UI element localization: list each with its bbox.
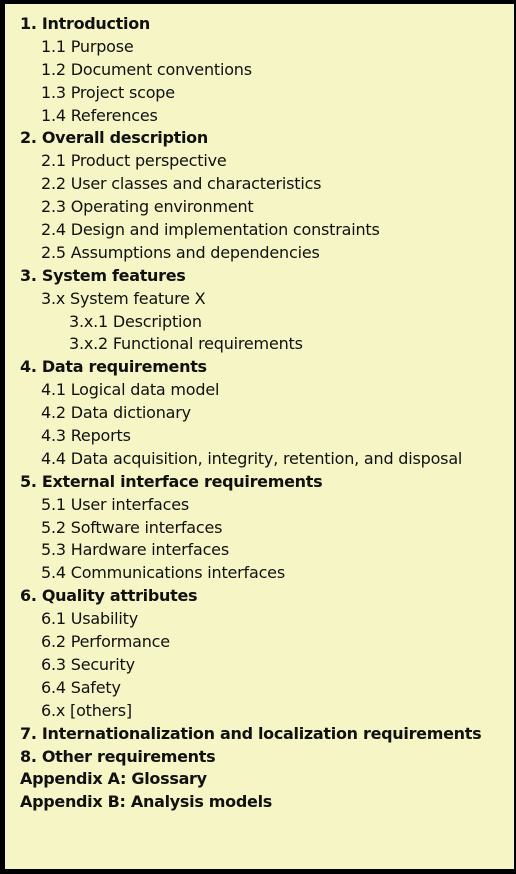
outline-subsection: 5.3 Hardware interfaces [41, 540, 229, 560]
outline-subsection: 1.2 Document conventions [41, 59, 252, 79]
outline-subsection: 1.3 Project scope [41, 82, 175, 102]
outline-subsection: 6.x [others] [41, 700, 132, 720]
outline-subsection: 6.4 Safety [41, 677, 121, 697]
outline-heading: Appendix A: Glossary [20, 769, 207, 789]
outline-heading: 5. External interface requirements [20, 471, 323, 491]
outline-subsection: 4.2 Data dictionary [41, 403, 191, 423]
outline-subsubsection: 3.x.2 Functional requirements [69, 334, 303, 354]
outline-subsection: 1.4 References [41, 105, 158, 125]
outline-subsection: 3.x System feature X [41, 288, 206, 308]
outline-subsubsection: 3.x.1 Description [69, 311, 202, 331]
outline-subsection: 6.3 Security [41, 654, 135, 674]
outline-subsection: 4.1 Logical data model [41, 380, 220, 400]
outline-subsection: 2.5 Assumptions and dependencies [41, 242, 320, 262]
outline-subsection: 2.3 Operating environment [41, 197, 254, 217]
srs-outline: 1. Introduction 1.1 Purpose 1.2 Document c… [5, 13, 482, 814]
outline-box: 1. Introduction 1.1 Purpose 1.2 Document c… [0, 0, 516, 874]
outline-heading: 4. Data requirements [20, 357, 207, 377]
outline-subsection: 5.4 Communications interfaces [41, 563, 285, 583]
outline-subsection: 2.2 User classes and characteristics [41, 174, 322, 194]
outline-subsection: 2.4 Design and implementation constraint… [41, 220, 380, 240]
outline-subsection: 5.2 Software interfaces [41, 517, 223, 537]
outline-heading: Appendix B: Analysis models [20, 792, 272, 812]
outline-heading: 2. Overall description [20, 128, 208, 148]
outline-heading: 8. Other requirements [20, 746, 216, 766]
outline-subsection: 1.1 Purpose [41, 36, 134, 56]
outline-subsection: 4.4 Data acquisition, integrity, retenti… [41, 448, 463, 468]
outline-subsection: 4.3 Reports [41, 426, 131, 446]
outline-heading: 6. Quality attributes [20, 586, 198, 606]
outline-subsection: 6.1 Usability [41, 609, 139, 629]
outline-subsection: 6.2 Performance [41, 632, 170, 652]
outline-subsection: 5.1 User interfaces [41, 494, 189, 514]
outline-heading: 1. Introduction [20, 14, 151, 33]
outline-heading: 7. Internationalization and localization… [20, 723, 482, 743]
outline-heading: 3. System features [20, 265, 186, 285]
outline-subsection: 2.1 Product perspective [41, 151, 227, 171]
